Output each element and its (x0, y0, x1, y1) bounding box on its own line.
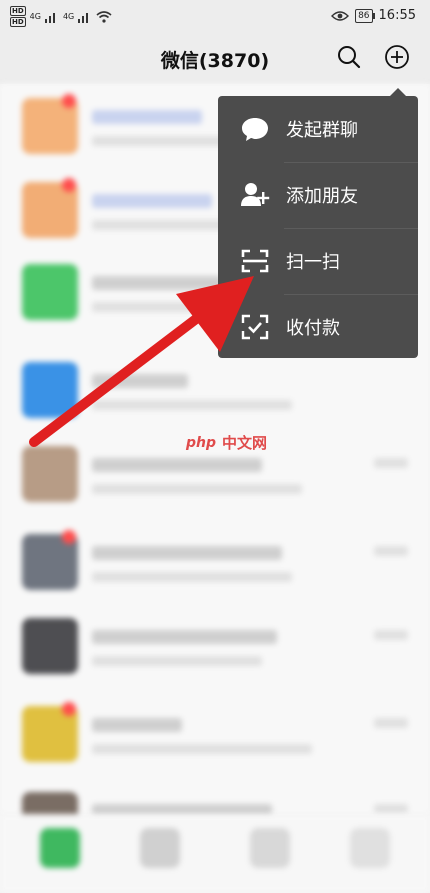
watermark: php 中文网 (186, 432, 267, 453)
menu-caret (390, 88, 406, 96)
signal-icon (44, 12, 55, 23)
menu-item-add-friend[interactable]: 添加朋友 (218, 162, 418, 228)
plus-dropdown-menu: 发起群聊 添加朋友 扫一扫 收付款 (218, 88, 418, 360)
bottom-tab-bar (0, 814, 430, 893)
chat-row[interactable] (0, 608, 430, 688)
plus-circle-icon[interactable] (384, 44, 410, 70)
avatar (22, 264, 78, 320)
search-icon[interactable] (336, 44, 362, 70)
chat-row[interactable] (0, 352, 430, 432)
tab-me[interactable] (350, 828, 390, 868)
avatar (22, 446, 78, 502)
avatar (22, 362, 78, 418)
network-label: 4G (62, 12, 75, 21)
watermark-text: 中文网 (222, 434, 268, 452)
page-title: 微信(3870) (160, 50, 270, 72)
unread-badge (62, 178, 76, 192)
avatar (22, 618, 78, 674)
menu-item-payment[interactable]: 收付款 (218, 294, 418, 360)
scan-icon (241, 249, 269, 273)
unread-badge (62, 530, 76, 544)
chat-row[interactable] (0, 696, 430, 776)
chat-bubble-icon (242, 118, 268, 141)
payment-icon (241, 314, 269, 340)
clock: 16:55 (378, 8, 416, 23)
tab-discover[interactable] (250, 828, 290, 868)
hd-badge: HD (10, 17, 26, 27)
menu-item-scan[interactable]: 扫一扫 (218, 228, 418, 294)
add-friend-icon (241, 183, 270, 206)
unread-badge (62, 94, 76, 108)
tab-contacts[interactable] (140, 828, 180, 868)
status-bar: HD HD 4G 4G 86 16:55 (0, 0, 430, 34)
signal-icon (78, 12, 89, 23)
battery-indicator: 86 (355, 8, 376, 23)
watermark-logo: php (186, 434, 217, 451)
menu-item-label: 收付款 (286, 318, 340, 339)
hd-badge: HD (10, 6, 26, 16)
chat-row[interactable] (0, 524, 430, 604)
wifi-icon (96, 10, 112, 23)
menu-item-label: 添加朋友 (286, 186, 358, 207)
menu-item-label: 扫一扫 (286, 252, 340, 273)
menu-item-group-chat[interactable]: 发起群聊 (218, 96, 418, 162)
unread-badge (62, 702, 76, 716)
menu-item-label: 发起群聊 (286, 120, 358, 141)
network-label: 4G (29, 12, 41, 21)
eye-icon (331, 10, 350, 21)
header-bar: 微信(3870) (0, 34, 430, 84)
tab-chats[interactable] (40, 828, 80, 868)
